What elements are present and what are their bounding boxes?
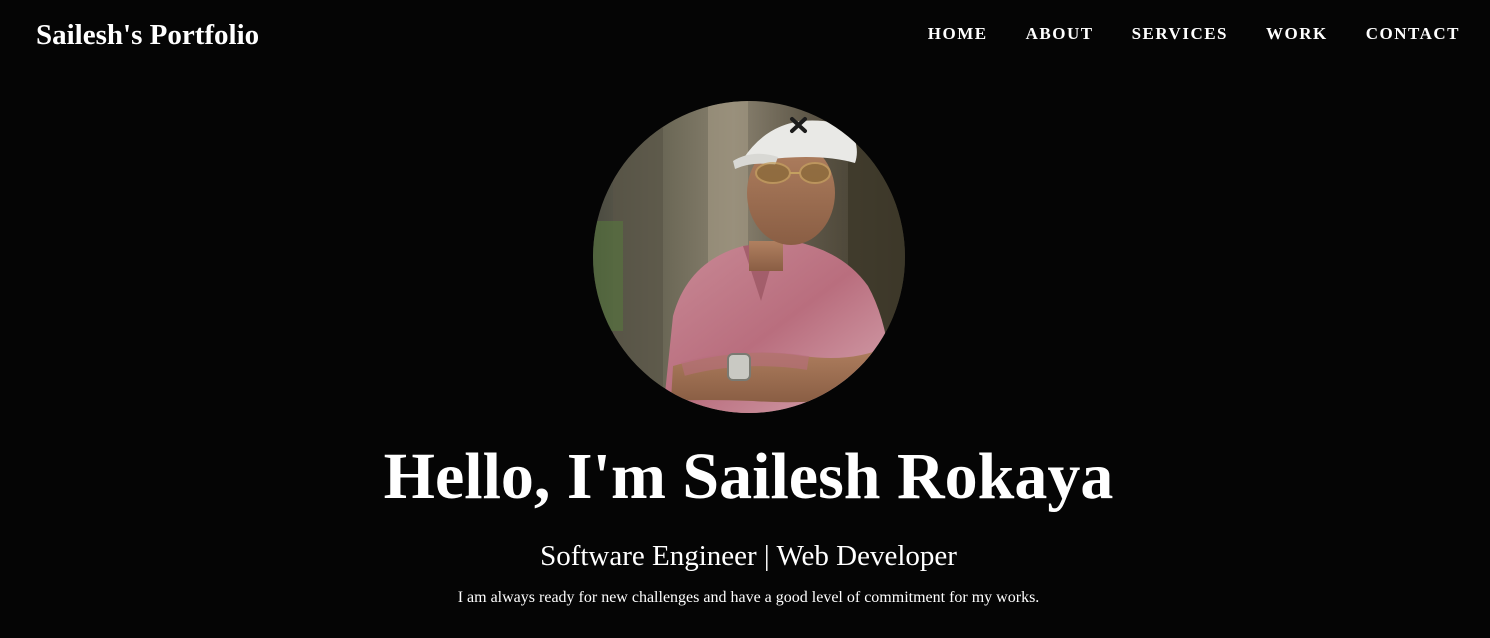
- nav-link-contact[interactable]: CONTACT: [1366, 23, 1460, 45]
- nav-links: HOME ABOUT SERVICES WORK CONTACT: [890, 23, 1460, 45]
- hero-tagline: I am always ready for new challenges and…: [457, 589, 1040, 606]
- profile-photo: [593, 101, 905, 413]
- hero-title: Hello, I'm Sailesh Rokaya: [383, 440, 1114, 513]
- brand-logo-link[interactable]: Sailesh's Portfolio: [36, 17, 259, 53]
- nav-link-home[interactable]: HOME: [928, 23, 988, 45]
- nav-link-about[interactable]: ABOUT: [1026, 23, 1094, 45]
- nav-link-work[interactable]: WORK: [1266, 23, 1328, 45]
- navbar: Sailesh's Portfolio HOME ABOUT SERVICES …: [0, 0, 1490, 70]
- hero-subtitle: Software Engineer | Web Developer: [540, 540, 957, 572]
- nav-link-services[interactable]: SERVICES: [1132, 23, 1228, 45]
